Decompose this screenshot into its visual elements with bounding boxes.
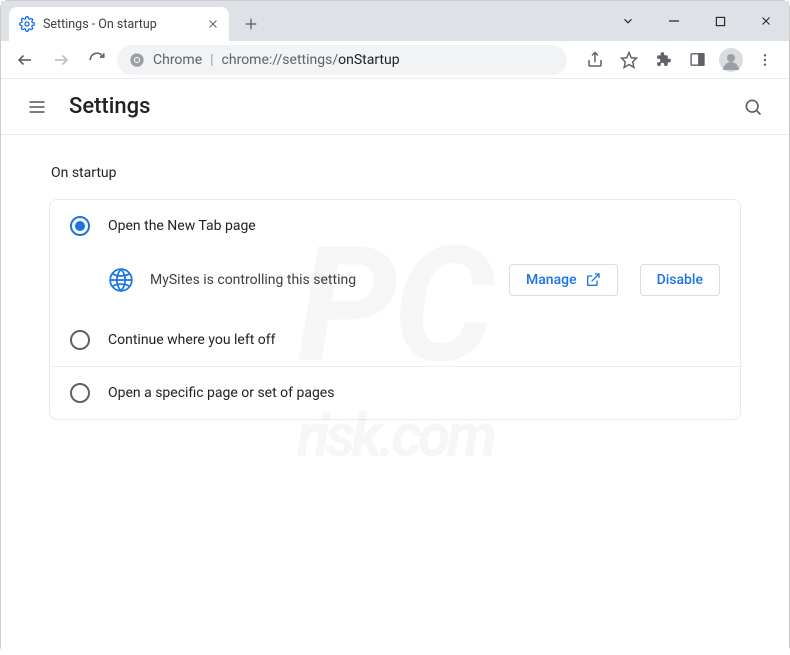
url-path-gray: chrome://settings/	[222, 52, 339, 68]
side-panel-icon[interactable]	[681, 44, 713, 76]
close-window-button[interactable]	[743, 1, 789, 41]
minimize-button[interactable]	[651, 1, 697, 41]
disable-button[interactable]: Disable	[640, 264, 720, 296]
tab-title: Settings - On startup	[43, 17, 157, 32]
extension-controlling-row: MySites is controlling this setting Mana…	[50, 252, 740, 314]
share-icon[interactable]	[579, 44, 611, 76]
manage-button-label: Manage	[526, 272, 577, 288]
window-titlebar: Settings - On startup	[1, 1, 789, 41]
url-scheme: Chrome	[153, 52, 202, 68]
new-tab-button[interactable]	[237, 10, 265, 38]
option-continue[interactable]: Continue where you left off	[50, 314, 740, 366]
url-path-dark: onStartup	[338, 52, 399, 68]
close-tab-icon[interactable]	[207, 18, 219, 30]
toolbar-right-icons	[579, 44, 781, 76]
back-button[interactable]	[9, 44, 41, 76]
radio-unselected[interactable]	[70, 330, 90, 350]
profile-avatar[interactable]	[715, 44, 747, 76]
url-separator: |	[210, 52, 213, 68]
bookmark-star-icon[interactable]	[613, 44, 645, 76]
forward-button[interactable]	[45, 44, 77, 76]
maximize-button[interactable]	[697, 1, 743, 41]
extension-message: MySites is controlling this setting	[150, 272, 356, 288]
hamburger-menu-icon[interactable]	[19, 89, 55, 125]
chrome-logo-icon	[129, 52, 145, 68]
option-new-tab[interactable]: Open the New Tab page	[50, 200, 740, 252]
tab-search-icon[interactable]	[605, 1, 651, 41]
kebab-menu-icon[interactable]	[749, 44, 781, 76]
option-label: Open a specific page or set of pages	[108, 385, 334, 401]
manage-button[interactable]: Manage	[509, 264, 618, 296]
search-icon[interactable]	[735, 89, 771, 125]
option-label: Continue where you left off	[108, 332, 276, 348]
radio-selected[interactable]	[70, 216, 90, 236]
gear-icon	[19, 16, 35, 32]
browser-toolbar: Chrome | chrome://settings/onStartup	[1, 41, 789, 79]
address-bar[interactable]: Chrome | chrome://settings/onStartup	[117, 45, 567, 75]
globe-icon	[106, 265, 136, 295]
option-label: Open the New Tab page	[108, 218, 256, 234]
browser-tab[interactable]: Settings - On startup	[9, 7, 229, 41]
option-specific-pages[interactable]: Open a specific page or set of pages	[50, 366, 740, 419]
disable-button-label: Disable	[657, 272, 703, 288]
startup-options-card: Open the New Tab page MySites is control…	[49, 199, 741, 420]
radio-unselected[interactable]	[70, 383, 90, 403]
open-in-new-icon	[585, 272, 601, 288]
extensions-icon[interactable]	[647, 44, 679, 76]
settings-content: On startup Open the New Tab page MySites…	[1, 135, 789, 444]
window-controls	[605, 1, 789, 41]
settings-header: Settings	[1, 79, 789, 135]
page-title: Settings	[69, 94, 735, 119]
settings-page: Settings On startup Open the New Tab pag…	[1, 79, 789, 655]
reload-button[interactable]	[81, 44, 113, 76]
section-title: On startup	[51, 165, 741, 181]
